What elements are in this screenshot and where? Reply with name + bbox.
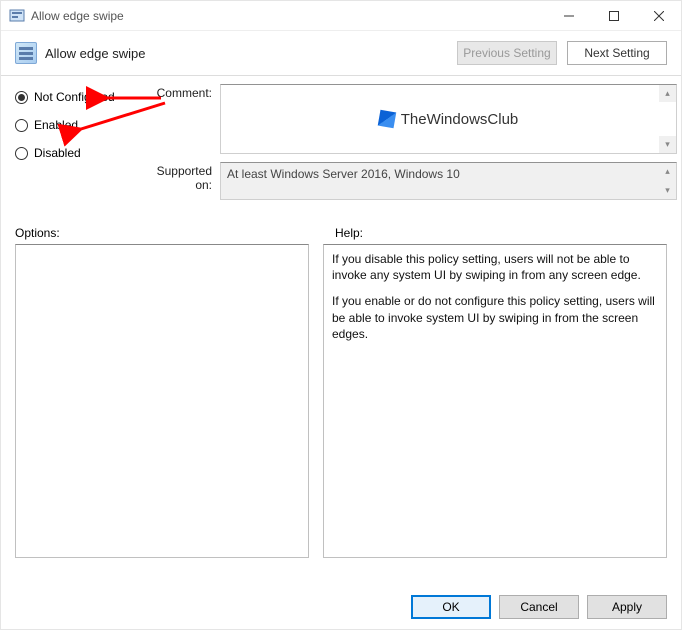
panels: If you disable this policy setting, user… (1, 244, 681, 558)
radio-icon (15, 119, 28, 132)
comment-label: Comment: (145, 84, 220, 100)
minimize-button[interactable] (546, 1, 591, 30)
help-paragraph: If you disable this policy setting, user… (332, 251, 658, 283)
scroll-up-icon[interactable]: ▴ (659, 163, 676, 180)
options-label: Options: (15, 226, 315, 240)
supported-on-text: At least Windows Server 2016, Windows 10 (227, 167, 460, 181)
help-paragraph: If you enable or do not configure this p… (332, 293, 658, 342)
supported-on-label: Supported on: (145, 162, 220, 192)
window-title: Allow edge swipe (31, 9, 124, 23)
supported-on-box: At least Windows Server 2016, Windows 10… (220, 162, 677, 200)
logo-mark-icon (377, 110, 396, 129)
comment-textarea[interactable]: TheWindowsClub ▴ ▾ (220, 84, 677, 154)
radio-not-configured[interactable]: Not Configured (15, 90, 145, 104)
help-panel[interactable]: If you disable this policy setting, user… (323, 244, 667, 558)
panel-labels: Options: Help: (1, 208, 681, 244)
scroll-up-icon[interactable]: ▴ (659, 85, 676, 102)
window-controls (546, 1, 681, 30)
page-title: Allow edge swipe (45, 46, 145, 61)
apply-button[interactable]: Apply (587, 595, 667, 619)
radio-enabled[interactable]: Enabled (15, 118, 145, 132)
radio-icon (15, 91, 28, 104)
right-col: Comment: TheWindowsClub ▴ ▾ Supported on… (145, 84, 677, 208)
title-bar: Allow edge swipe (1, 1, 681, 31)
radio-disabled[interactable]: Disabled (15, 146, 145, 160)
close-button[interactable] (636, 1, 681, 30)
scroll-down-icon[interactable]: ▾ (659, 182, 676, 199)
app-icon (9, 8, 25, 24)
help-label: Help: (335, 226, 667, 240)
cancel-button[interactable]: Cancel (499, 595, 579, 619)
radio-label: Not Configured (34, 90, 115, 104)
scroll-down-icon[interactable]: ▾ (659, 136, 676, 153)
config-area: Not Configured Enabled Disabled Comment:… (1, 76, 681, 208)
dialog-buttons: OK Cancel Apply (411, 595, 667, 619)
radio-label: Disabled (34, 146, 81, 160)
radio-icon (15, 147, 28, 160)
policy-icon (15, 42, 37, 64)
radio-label: Enabled (34, 118, 78, 132)
options-panel[interactable] (15, 244, 309, 558)
ok-button[interactable]: OK (411, 595, 491, 619)
previous-setting-button[interactable]: Previous Setting (457, 41, 557, 65)
header-row: Allow edge swipe Previous Setting Next S… (1, 31, 681, 73)
logo-text: TheWindowsClub (401, 111, 519, 128)
logo: TheWindowsClub (379, 111, 519, 128)
maximize-button[interactable] (591, 1, 636, 30)
radio-group: Not Configured Enabled Disabled (15, 84, 145, 208)
next-setting-button[interactable]: Next Setting (567, 41, 667, 65)
nav-buttons: Previous Setting Next Setting (457, 41, 667, 65)
